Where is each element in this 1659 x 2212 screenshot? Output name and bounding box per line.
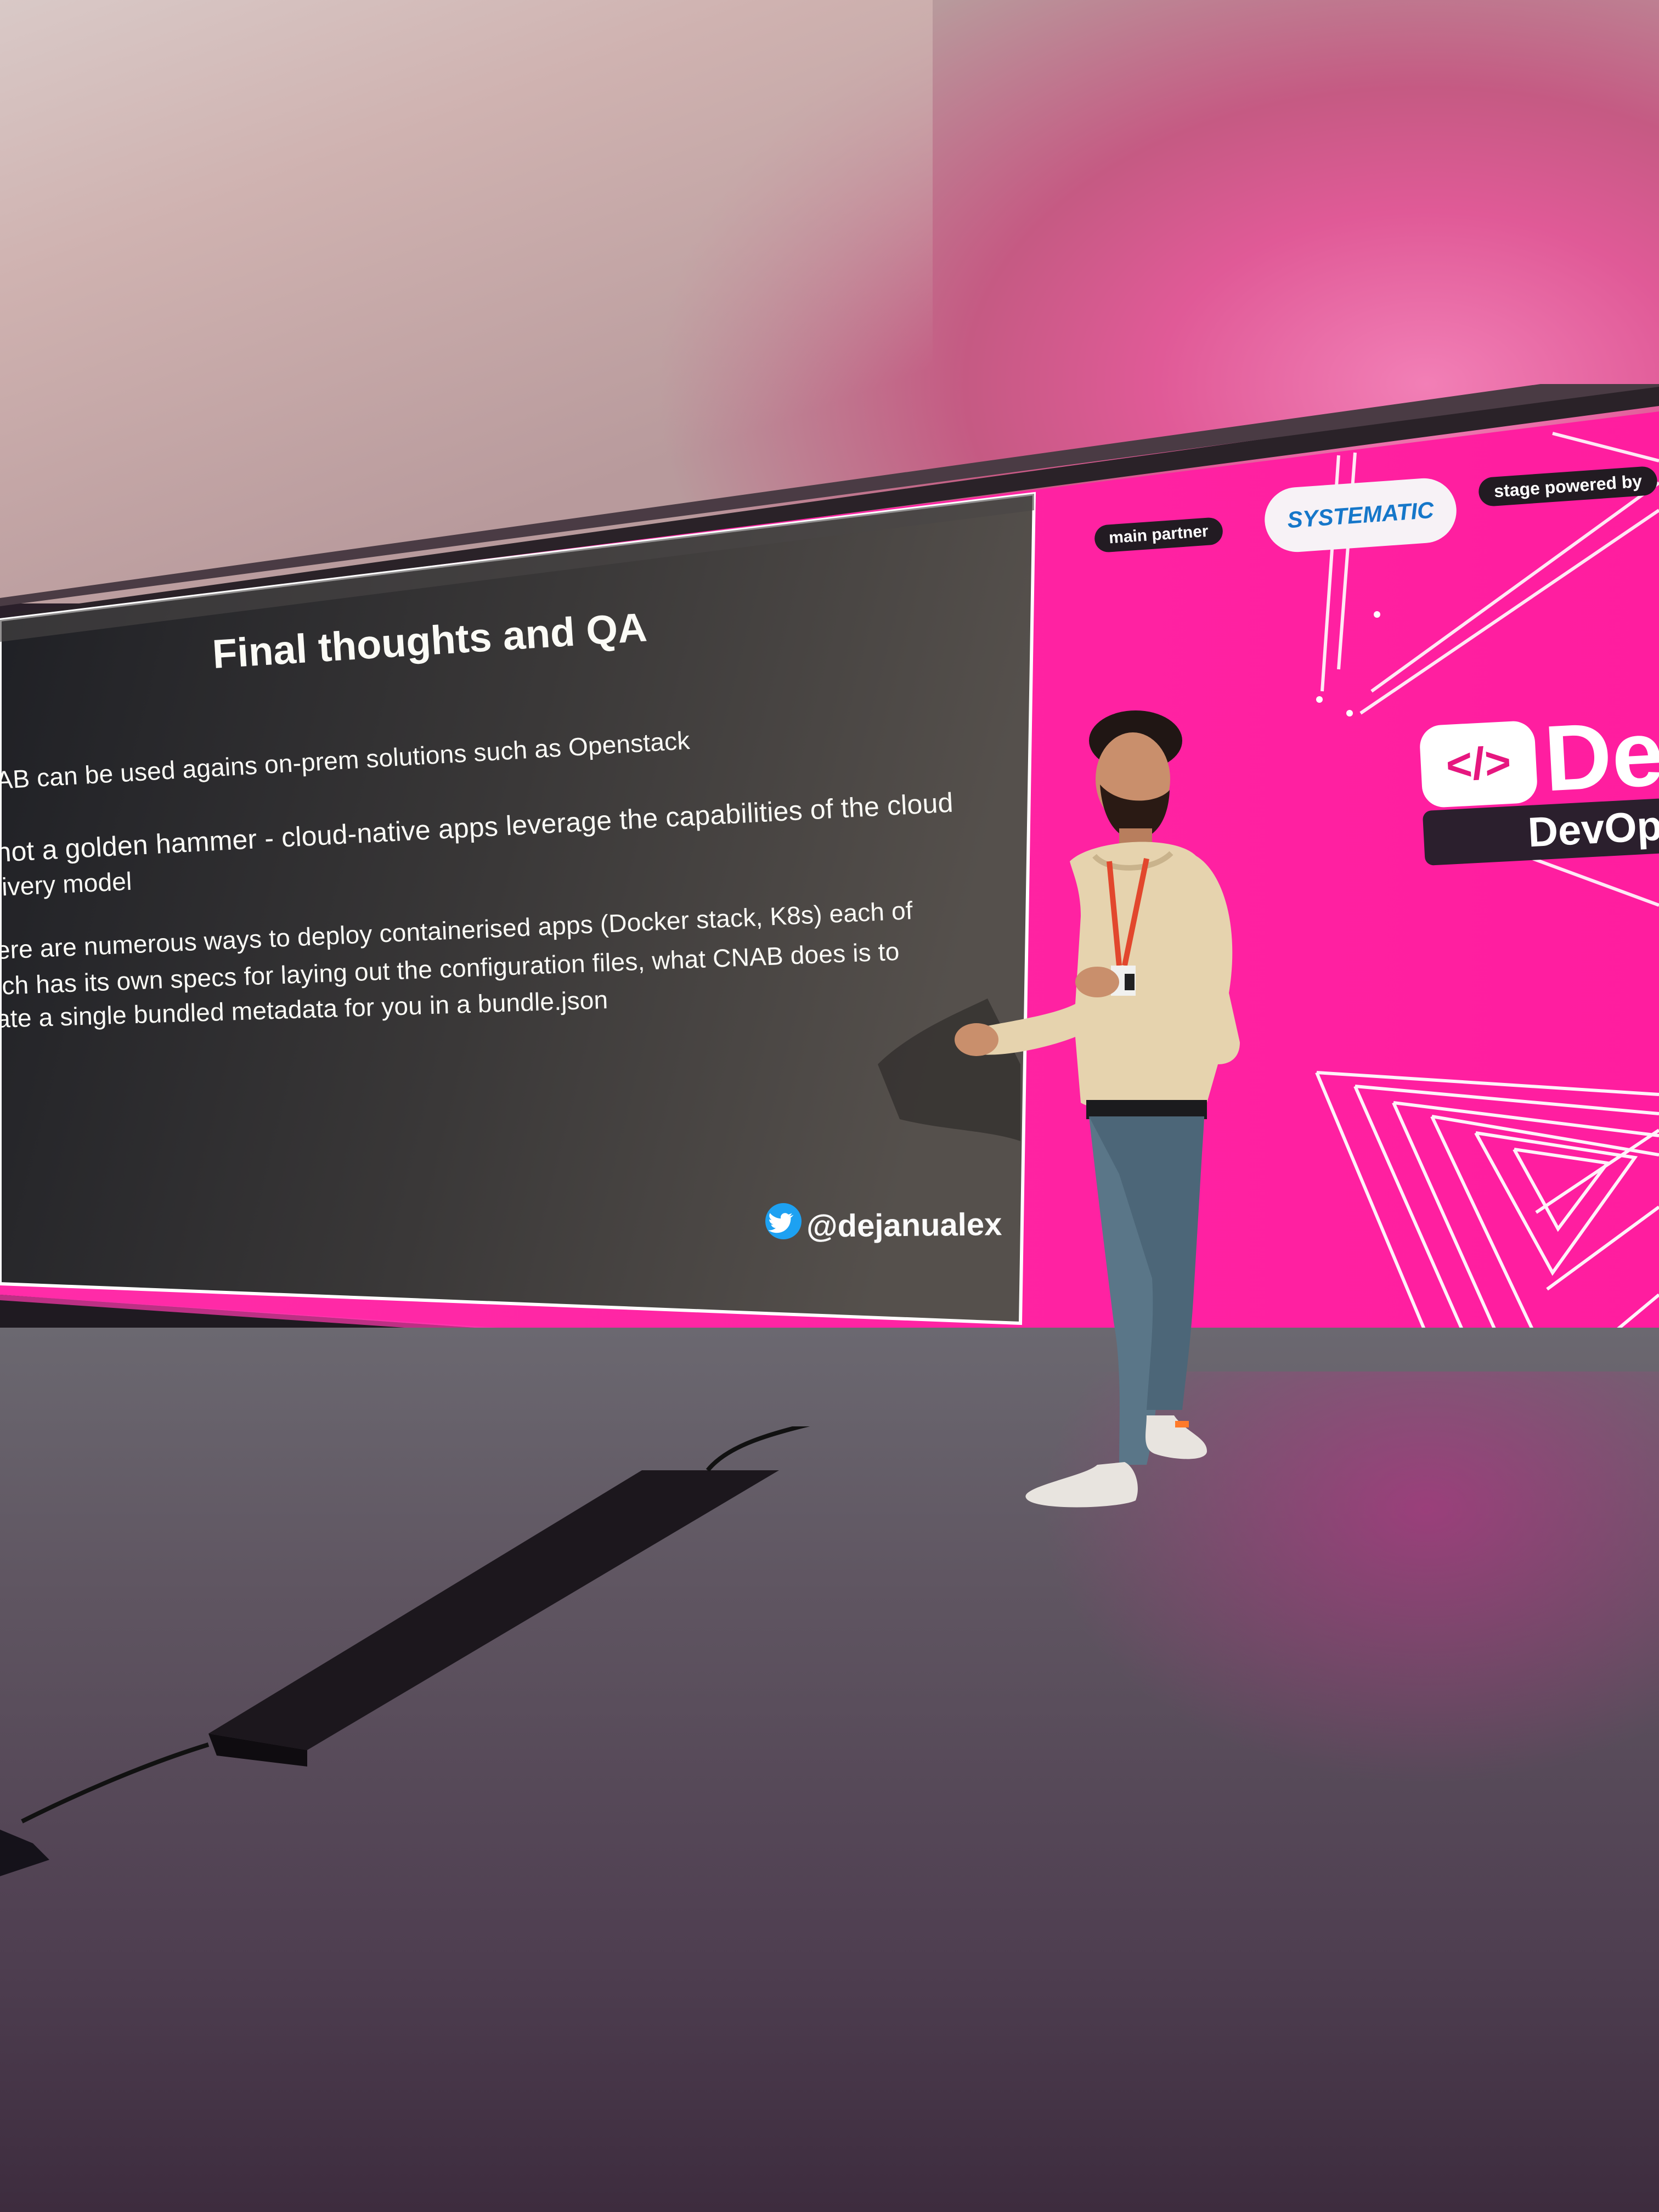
- partner-logo: SYSTEMATIC: [1262, 476, 1459, 555]
- brand-title: De: [1542, 701, 1659, 811]
- slide-bullet-2-cont: livery model: [0, 866, 133, 902]
- speaker: [955, 710, 1240, 1508]
- code-logo-icon: </>: [1419, 720, 1538, 809]
- brand-subtitle: DevOp: [1526, 802, 1659, 856]
- cable-cover: [0, 1426, 810, 1876]
- partner-name: SYSTEMATIC: [1286, 496, 1435, 533]
- logo-glyph: </>: [1444, 737, 1513, 791]
- twitter-icon: [765, 1203, 802, 1239]
